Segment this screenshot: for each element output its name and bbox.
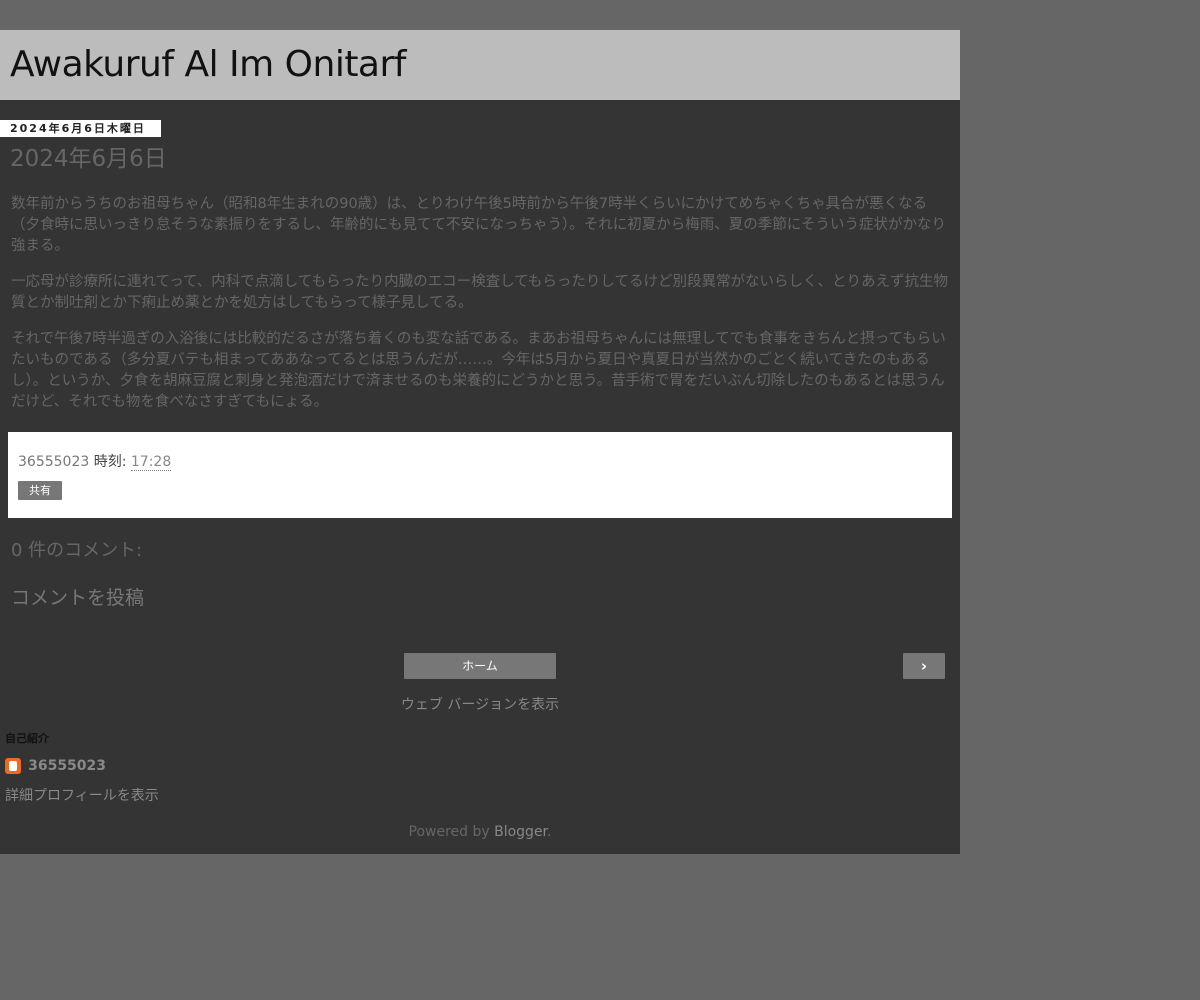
powered-by: Powered by Blogger.	[0, 824, 960, 840]
post-author: 36555023	[18, 454, 90, 470]
post-footer: 36555023 時刻: 17:28 共有	[8, 432, 952, 518]
post-body: 数年前からうちのお祖母ちゃん（昭和8年生まれの90歳）は、とりわけ午後5時前から…	[11, 194, 951, 428]
post-time-label: 時刻:	[93, 454, 127, 470]
post-comment-link[interactable]: コメントを投稿	[11, 583, 144, 610]
newer-post-button[interactable]: ›	[903, 653, 945, 679]
profile-heading: 自己紹介	[5, 732, 49, 745]
powered-by-period: .	[547, 824, 552, 840]
comments-heading: 0 件のコメント:	[11, 540, 143, 561]
post-paragraph: 一応母が診療所に連れてって、内科で点滴してもらったり内臓のエコー検査してもらった…	[11, 274, 948, 311]
profile-name-link[interactable]: 36555023	[28, 758, 106, 774]
blog-header: Awakuruf Al Im Onitarf	[0, 30, 960, 100]
powered-by-label: Powered by	[408, 824, 490, 840]
post-paragraph: 数年前からうちのお祖母ちゃん（昭和8年生まれの90歳）は、とりわけ午後5時前から…	[11, 196, 946, 254]
post-date-header: 2024年6月6日木曜日	[0, 120, 161, 137]
post-paragraph: それで午後7時半過ぎの入浴後には比較的だるさが落ち着くのも変な話である。まあお祖…	[11, 331, 946, 410]
post-title: 2024年6月6日	[10, 146, 167, 172]
home-button[interactable]: ホーム	[404, 653, 556, 679]
post-byline: 36555023 時刻: 17:28	[18, 451, 172, 471]
blogger-link[interactable]: Blogger	[494, 824, 547, 840]
web-version-link[interactable]: ウェブ バージョンを表示	[0, 694, 960, 714]
post-timestamp-link[interactable]: 17:28	[130, 454, 172, 471]
blog-title[interactable]: Awakuruf Al Im Onitarf	[10, 44, 406, 85]
view-profile-link[interactable]: 詳細プロフィールを表示	[5, 785, 159, 805]
share-button[interactable]: 共有	[18, 481, 62, 500]
blogger-icon	[5, 757, 21, 774]
blog-page: Awakuruf Al Im Onitarf 2024年6月6日木曜日 2024…	[0, 30, 960, 854]
profile-row: 36555023	[5, 755, 106, 774]
